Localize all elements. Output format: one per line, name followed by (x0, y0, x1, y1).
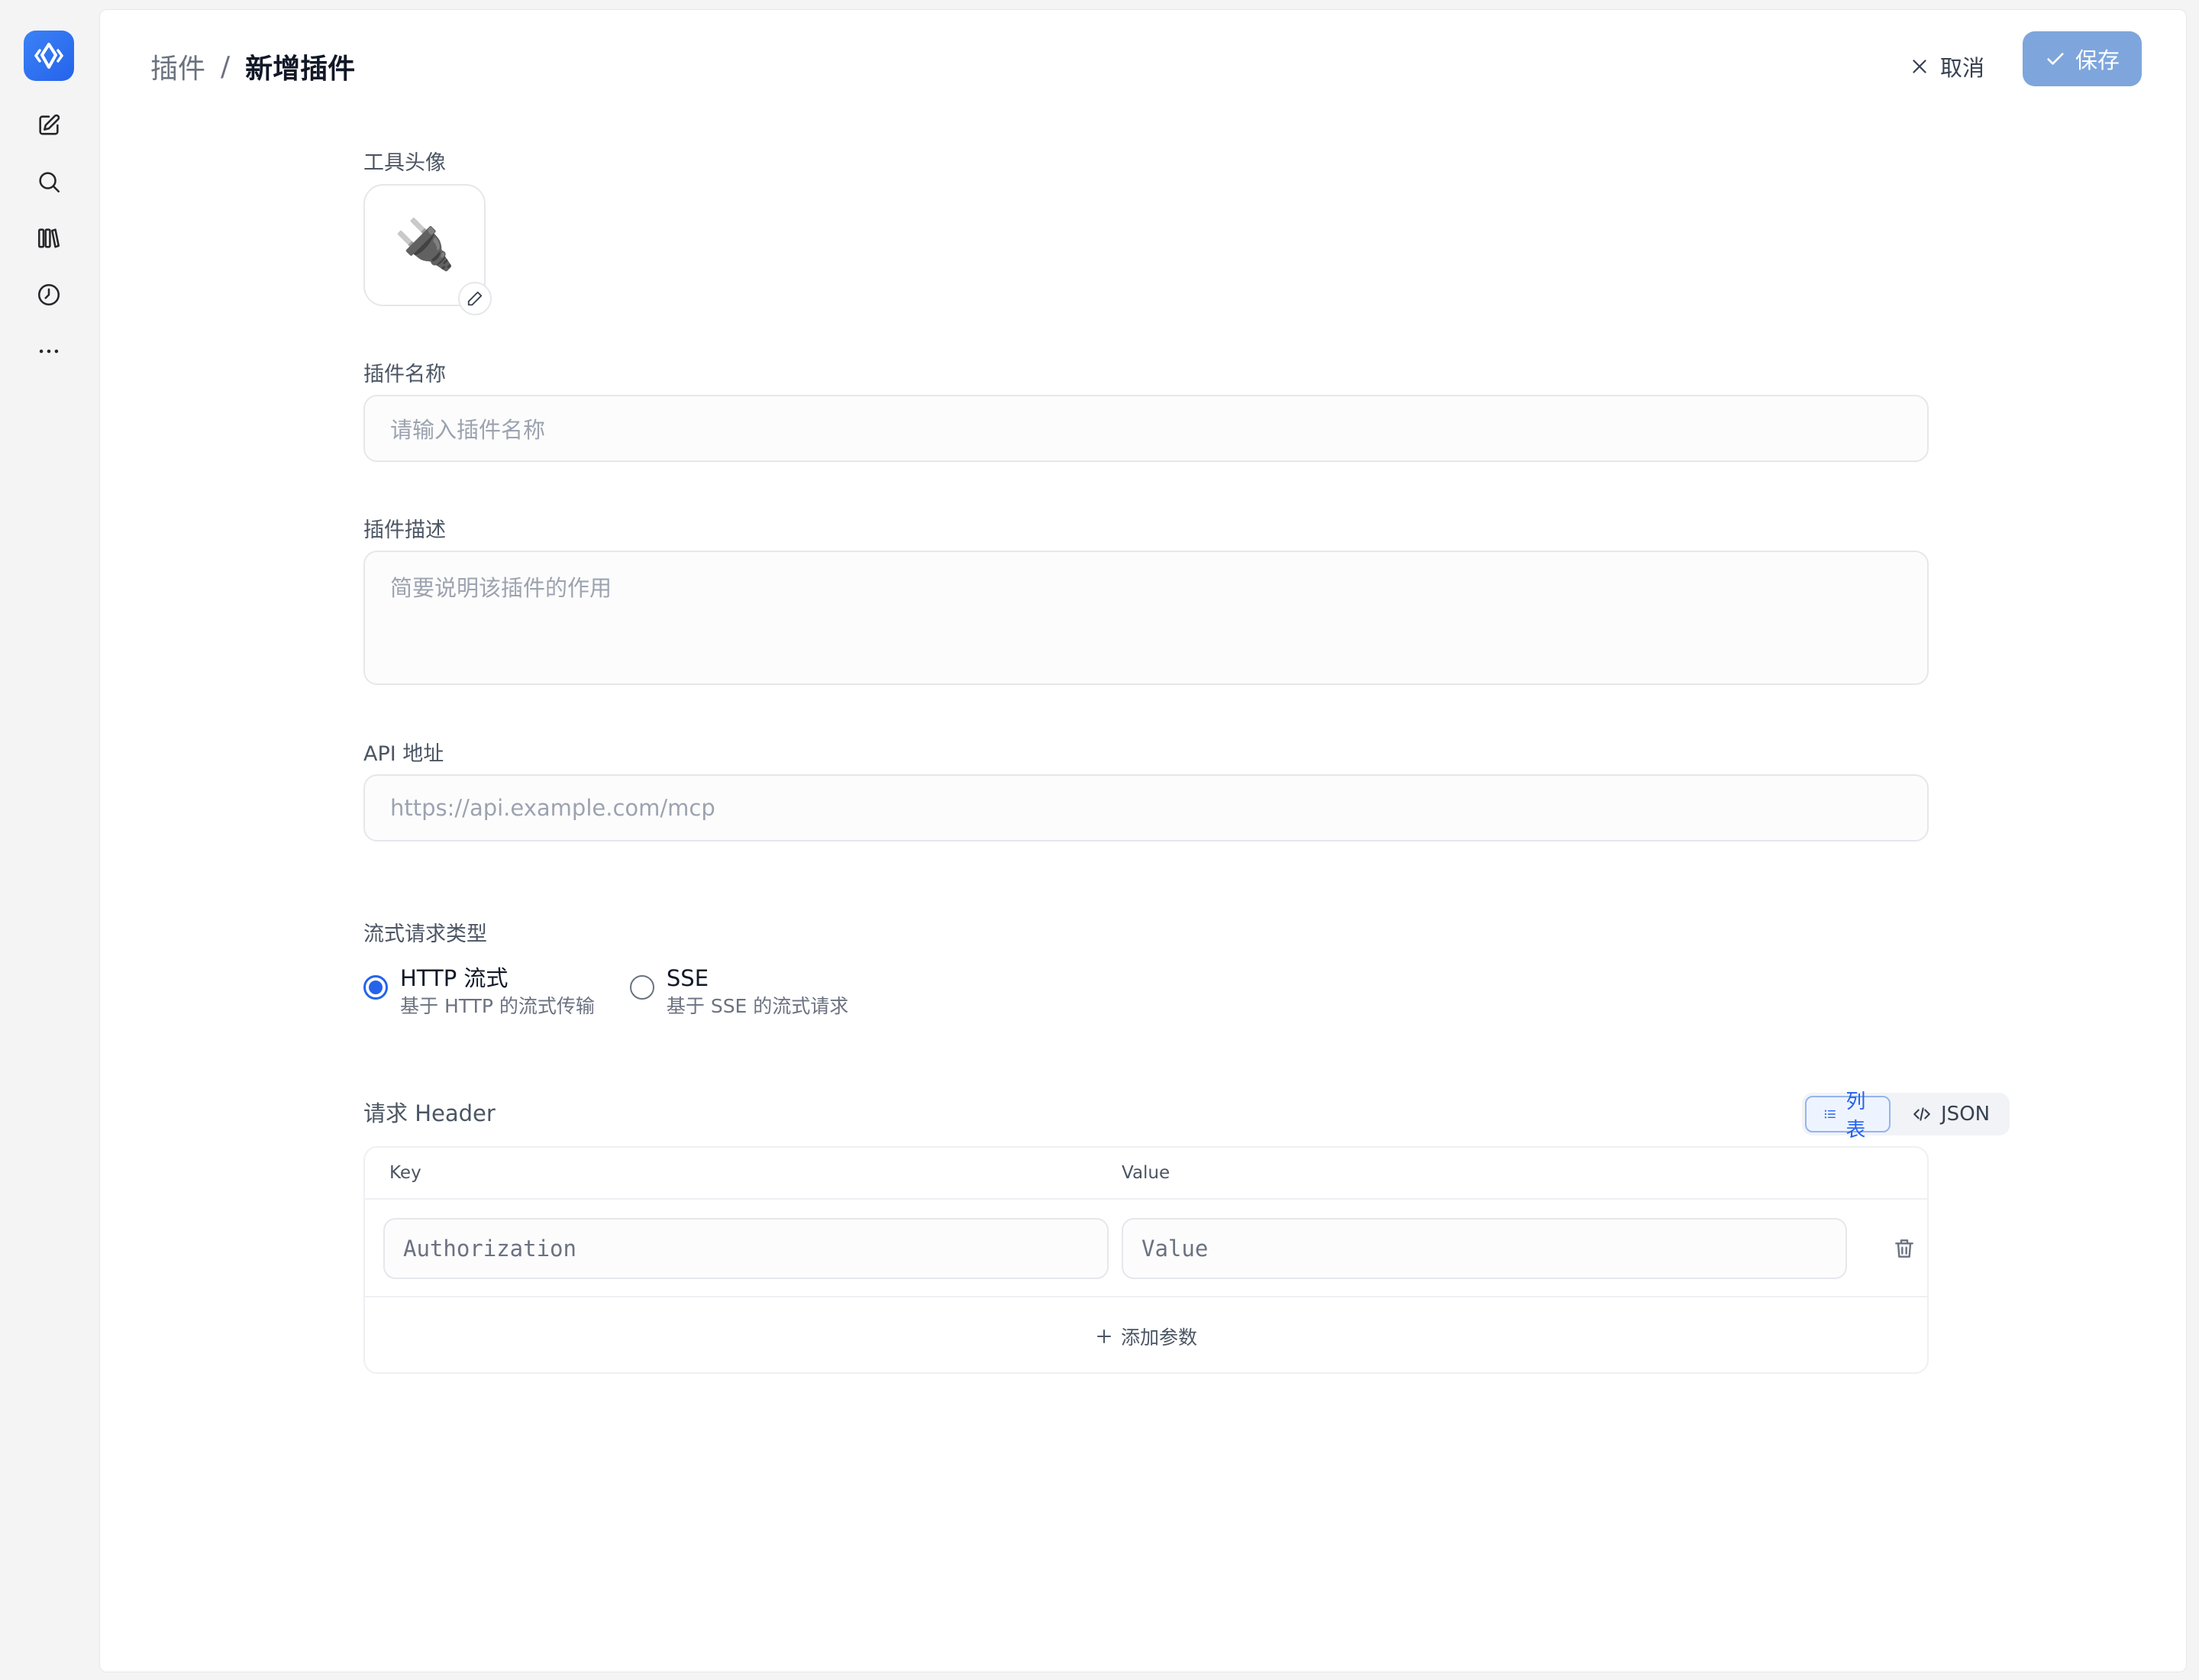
app-logo[interactable] (24, 31, 74, 81)
view-toggle: 列表 JSON (1802, 1090, 2010, 1142)
key-column-header: Key (389, 1163, 421, 1183)
radio-selected-icon[interactable] (363, 975, 388, 1000)
cancel-label: 取消 (1940, 55, 1985, 81)
list-icon (1824, 1110, 1836, 1119)
sidebar-item-history[interactable] (27, 273, 70, 316)
plugin-name-input[interactable]: 请输入插件名称 (363, 395, 1929, 462)
avatar-picker[interactable]: 🔌 (363, 184, 492, 315)
list-view-button[interactable]: 列表 (1805, 1090, 1891, 1142)
add-param-label: 添加参数 (1120, 1326, 1197, 1349)
library-icon (37, 228, 60, 248)
check-icon (2047, 53, 2064, 65)
radio-unselected-icon[interactable] (629, 975, 654, 1000)
plugin-description-input[interactable]: 简要说明该插件的作用 (363, 551, 1929, 685)
sidebar-item-library[interactable] (27, 217, 70, 260)
breadcrumb-separator: / (221, 50, 231, 82)
more-icon (39, 349, 59, 354)
api-url-input[interactable]: https://api.example.com/mcp (363, 774, 1929, 842)
description-label: 插件描述 (363, 519, 446, 542)
headers-label: 请求 Header (363, 1100, 496, 1126)
sidebar-item-more[interactable] (27, 330, 70, 373)
compose-icon (39, 114, 60, 135)
main-panel: 插件 / 新增插件 取消 保存 工具头像 🔌 插件名称 请输入插件名称 插件描述… (99, 9, 2187, 1672)
header-key-input[interactable]: Authorization (383, 1218, 1109, 1279)
json-view-label: JSON (1941, 1103, 1991, 1126)
value-column-header: Value (1122, 1163, 1171, 1183)
radio-sse-desc: 基于 SSE 的流式请求 (666, 995, 849, 1017)
sidebar (0, 0, 98, 1680)
radio-http-stream[interactable]: HTTP 流式 基于 HTTP 的流式传输 (363, 963, 595, 1019)
page-title: 新增插件 (245, 53, 356, 85)
avatar-label: 工具头像 (363, 151, 446, 175)
save-label: 保存 (2075, 47, 2120, 73)
pencil-icon (467, 291, 483, 306)
api-label: API 地址 (363, 742, 444, 766)
breadcrumb: 插件 / 新增插件 (150, 47, 355, 86)
table-header: Key Value (365, 1148, 1927, 1200)
plus-icon (1096, 1329, 1111, 1343)
code-icon (1913, 1107, 1930, 1121)
sidebar-item-compose[interactable] (27, 104, 70, 147)
add-param-button[interactable]: 添加参数 (365, 1299, 1927, 1374)
history-icon (37, 283, 60, 306)
stream-type-label: 流式请求类型 (363, 922, 487, 946)
name-label: 插件名称 (363, 363, 446, 386)
logo-icon (34, 43, 64, 69)
stream-type-radio-group: HTTP 流式 基于 HTTP 的流式传输 SSE 基于 SSE 的流式请求 (363, 963, 848, 1019)
plug-icon: 🔌 (394, 217, 455, 273)
radio-sse-title: SSE (666, 965, 709, 991)
cancel-button[interactable]: 取消 (1910, 50, 1984, 83)
save-button[interactable]: 保存 (2023, 31, 2142, 86)
headers-table: Key Value Authorization Value 添加参数 (363, 1146, 1929, 1374)
top-bar: 插件 / 新增插件 取消 保存 (100, 10, 2186, 109)
radio-http-desc: 基于 HTTP 的流式传输 (400, 995, 595, 1017)
close-icon (1913, 60, 1926, 73)
radio-sse[interactable]: SSE 基于 SSE 的流式请求 (629, 963, 849, 1019)
header-value-input[interactable]: Value (1122, 1218, 1847, 1279)
json-view-button[interactable]: JSON (1895, 1096, 2007, 1132)
list-view-label: 列表 (1845, 1090, 1866, 1142)
table-row: Authorization Value (365, 1200, 1927, 1297)
avatar-edit-button[interactable] (458, 282, 492, 315)
breadcrumb-parent[interactable]: 插件 (150, 47, 205, 86)
radio-http-title: HTTP 流式 (400, 965, 509, 991)
trash-icon[interactable] (1892, 1236, 1916, 1261)
search-icon (39, 172, 60, 193)
sidebar-item-search[interactable] (27, 160, 70, 203)
